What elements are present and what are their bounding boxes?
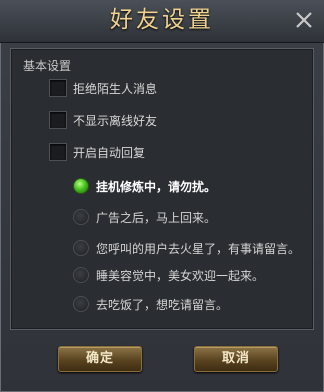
auto-reply-option[interactable]: 挂机修炼中，请勿扰。 bbox=[73, 176, 216, 196]
close-icon[interactable] bbox=[290, 6, 318, 34]
section-label: 基本设置 bbox=[23, 59, 72, 73]
cancel-button[interactable]: 取消 bbox=[194, 346, 278, 372]
confirm-button[interactable]: 确定 bbox=[58, 346, 142, 372]
auto-reply-option[interactable]: 您呼叫的用户去火星了，有事请留言。 bbox=[73, 238, 300, 258]
checkbox-row-auto-reply[interactable]: 开启自动回复 bbox=[49, 142, 145, 162]
reject-strangers-checkbox[interactable] bbox=[49, 79, 67, 97]
auto-reply-option[interactable]: 去吃饭了，想吃请留言。 bbox=[73, 294, 228, 314]
checkbox-row-reject-strangers[interactable]: 拒绝陌生人消息 bbox=[49, 78, 157, 98]
checkbox-label: 拒绝陌生人消息 bbox=[73, 81, 158, 96]
auto-reply-label: 睡美容觉中，美女欢迎一起来。 bbox=[96, 268, 265, 283]
auto-reply-option[interactable]: 睡美容觉中，美女欢迎一起来。 bbox=[73, 265, 264, 285]
title-bar[interactable]: 好友设置 bbox=[0, 0, 324, 43]
radio-icon[interactable] bbox=[73, 267, 89, 283]
radio-icon[interactable] bbox=[73, 240, 89, 256]
checkbox-label: 不显示离线好友 bbox=[73, 113, 158, 128]
window-title: 好友设置 bbox=[110, 7, 214, 33]
auto-reply-label: 广告之后，马上回来。 bbox=[96, 210, 217, 225]
settings-panel: 基本设置 拒绝陌生人消息 不显示离线好友 开启自动回复 挂机修炼中，请勿扰。 广… bbox=[10, 48, 314, 330]
radio-icon[interactable] bbox=[73, 296, 89, 312]
friend-settings-dialog: 好友设置 基本设置 拒绝陌生人消息 不显示离线好友 开启自动回复 挂机修炼中，请… bbox=[0, 0, 324, 392]
radio-icon[interactable] bbox=[73, 209, 89, 225]
auto-reply-checkbox[interactable] bbox=[49, 143, 67, 161]
checkbox-label: 开启自动回复 bbox=[73, 145, 146, 160]
radio-selected-icon[interactable] bbox=[73, 178, 89, 194]
auto-reply-label: 挂机修炼中，请勿扰。 bbox=[96, 179, 217, 194]
auto-reply-option[interactable]: 广告之后，马上回来。 bbox=[73, 207, 216, 227]
auto-reply-label: 您呼叫的用户去火星了，有事请留言。 bbox=[96, 241, 301, 256]
checkbox-row-hide-offline[interactable]: 不显示离线好友 bbox=[49, 110, 157, 130]
hide-offline-checkbox[interactable] bbox=[49, 111, 67, 129]
auto-reply-label: 去吃饭了，想吃请留言。 bbox=[96, 297, 229, 312]
